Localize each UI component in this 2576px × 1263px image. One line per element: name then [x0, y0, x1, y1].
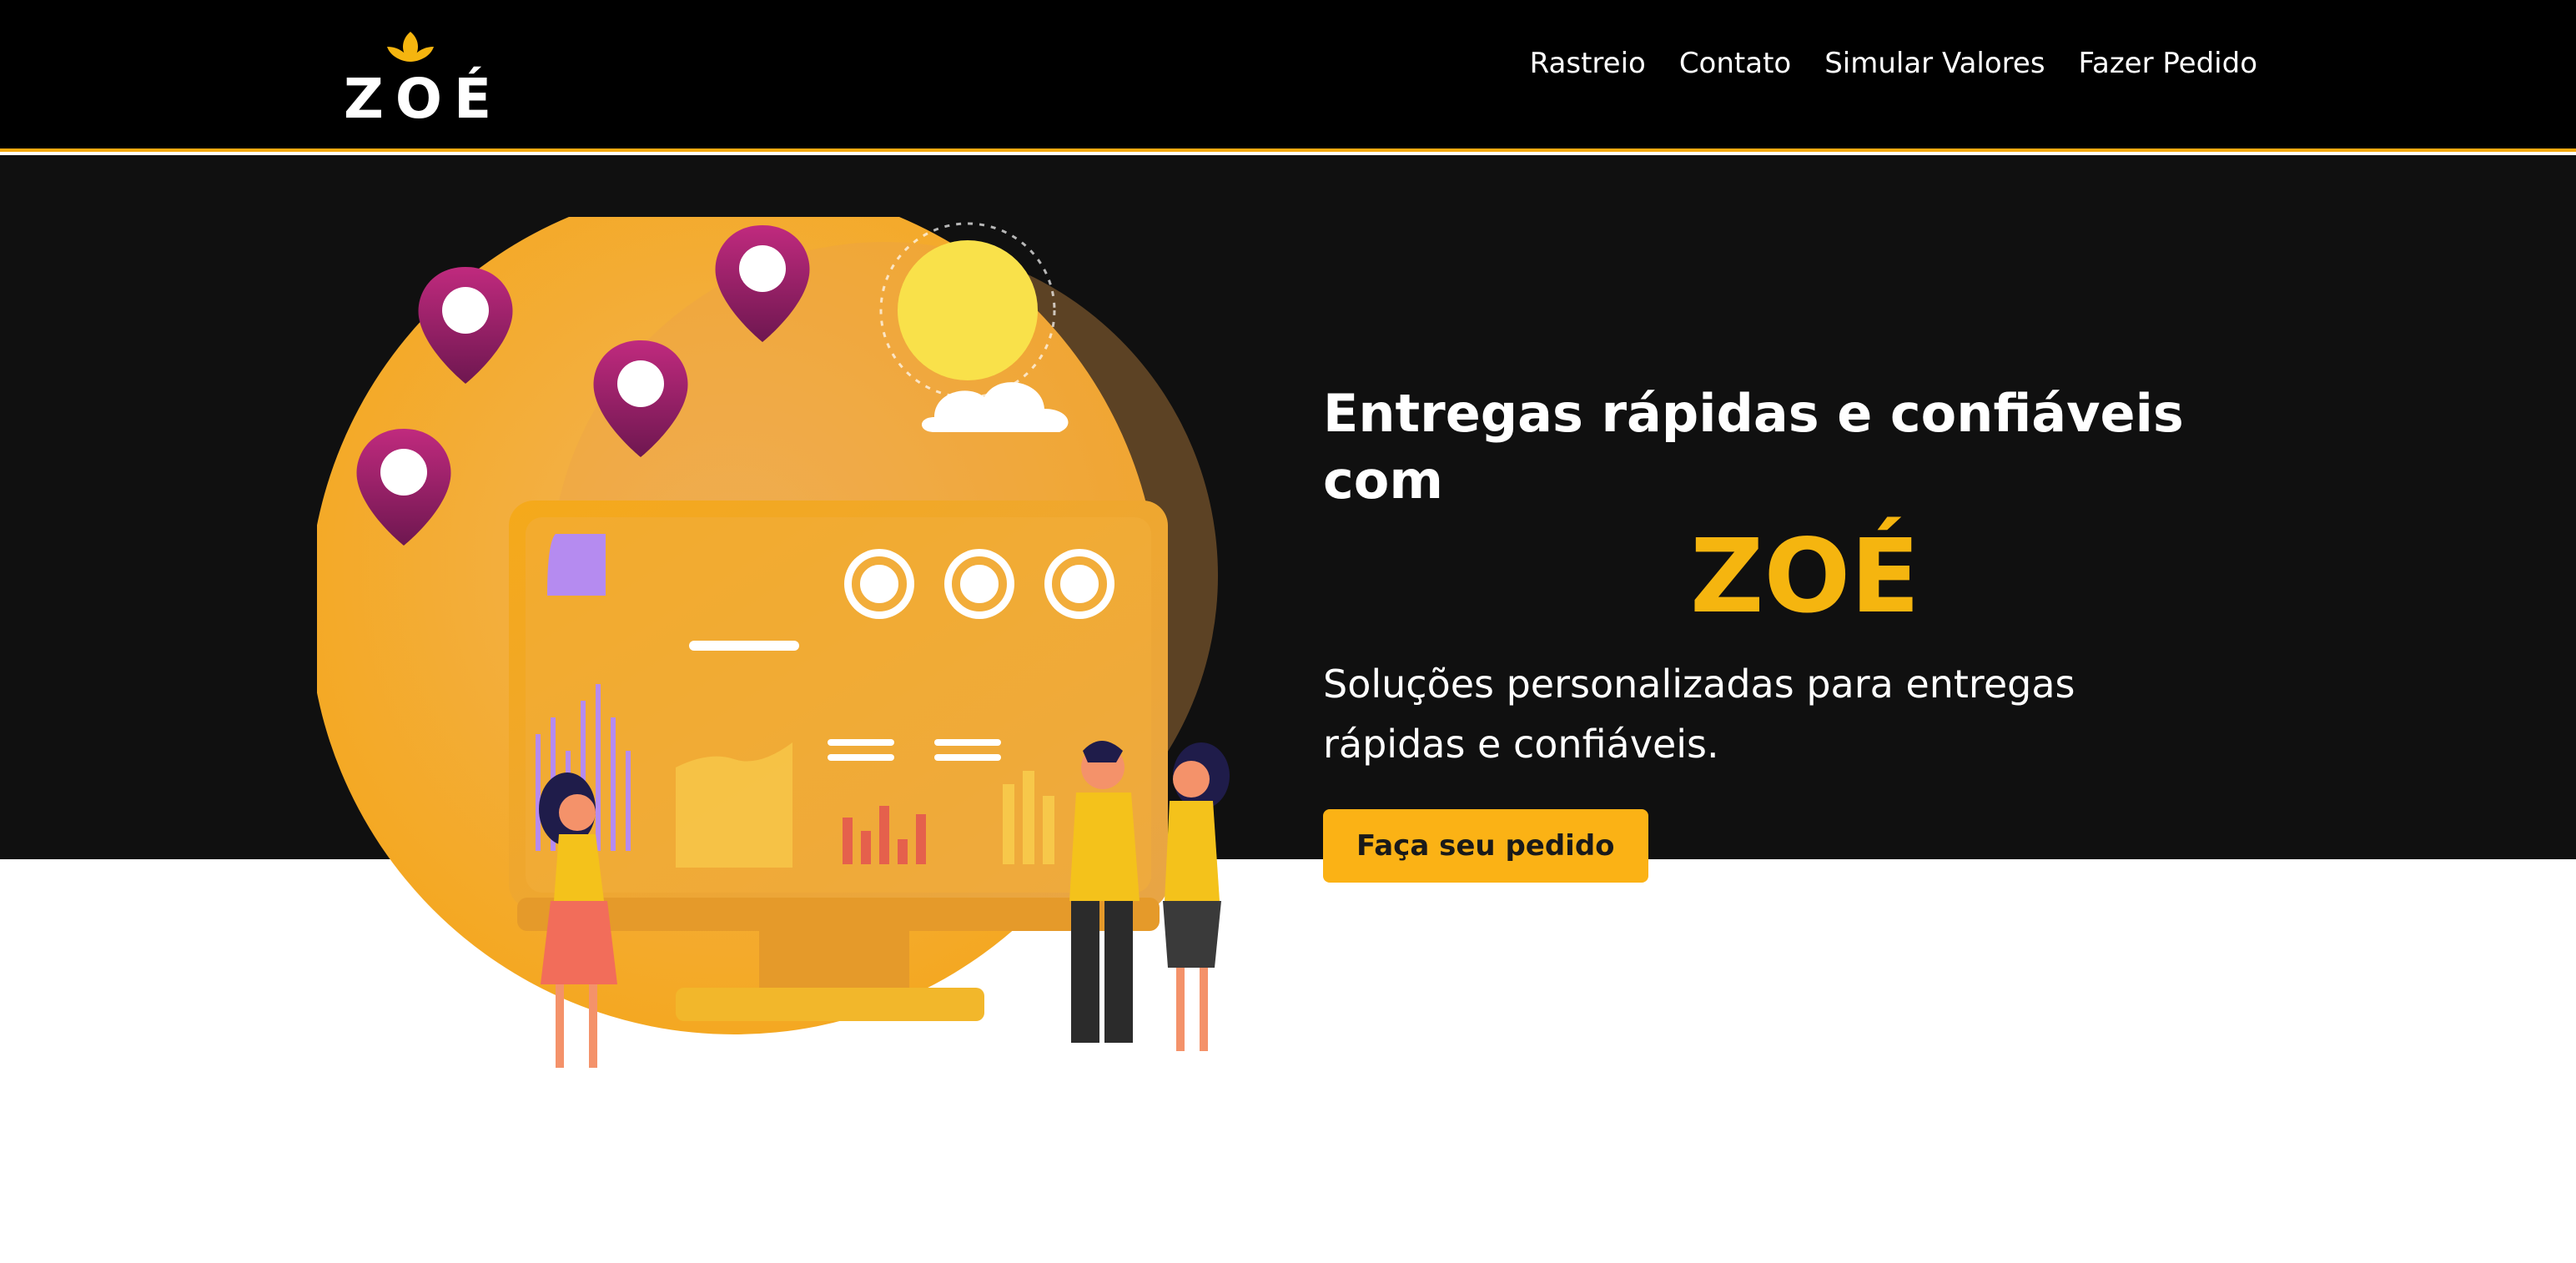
hero-brand: ZOÉ [1690, 517, 1920, 636]
logo[interactable]: ZOÉ [344, 28, 504, 131]
nav-fazer-pedido[interactable]: Fazer Pedido [2079, 47, 2257, 80]
site-header: ZOÉ Rastreio Contato Simular Valores Faz… [0, 0, 2576, 152]
logo-text: ZOÉ [344, 67, 504, 131]
hero-text: Entregas rápidas e confiáveis com ZOÉ So… [1323, 380, 2224, 883]
nav-simular-valores[interactable]: Simular Valores [1824, 47, 2045, 80]
hero-subtitle: Soluções personalizadas para entregas rá… [1323, 662, 2075, 767]
woman-figure-right [1163, 742, 1230, 1051]
sun-shape [898, 240, 1038, 380]
nav-contato[interactable]: Contato [1679, 47, 1791, 80]
hero-title: Entregas rápidas e confiáveis com [1323, 383, 2184, 511]
main-nav: Rastreio Contato Simular Valores Fazer P… [1530, 47, 2257, 80]
hero-illustration [317, 217, 1230, 1068]
nav-rastreio[interactable]: Rastreio [1530, 47, 1646, 80]
order-button[interactable]: Faça seu pedido [1323, 809, 1648, 883]
